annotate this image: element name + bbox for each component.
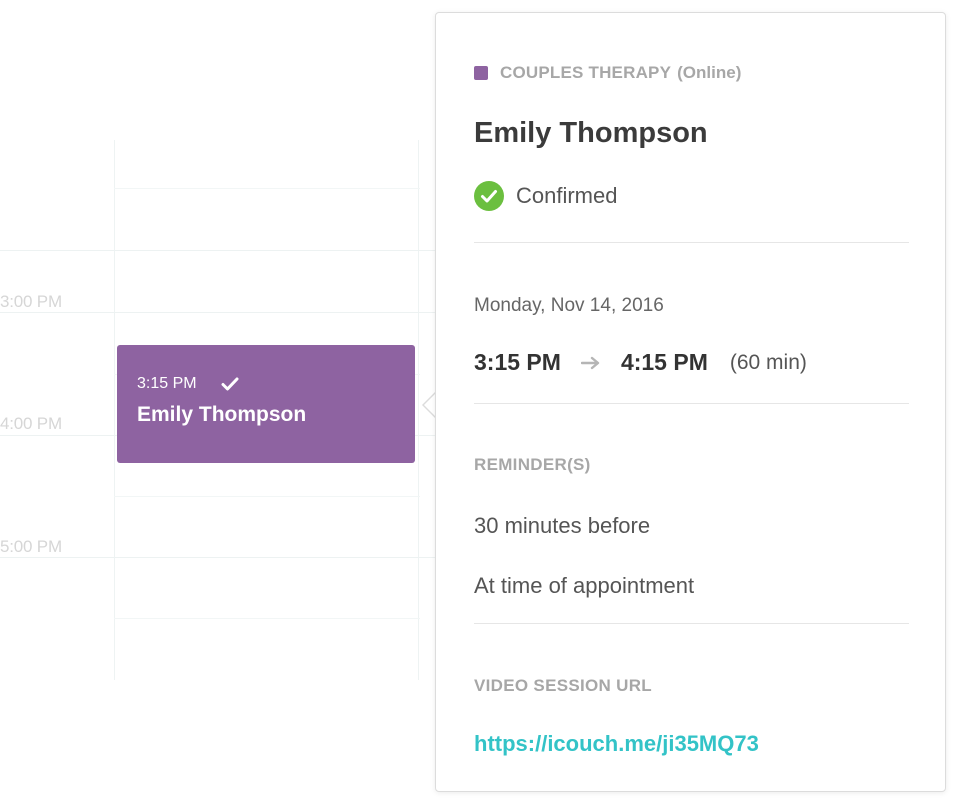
grid-line — [0, 312, 440, 313]
grid-line — [114, 188, 420, 189]
appointment-date: Monday, Nov 14, 2016 — [474, 295, 664, 316]
grid-line — [114, 618, 420, 619]
grid-column-divider — [418, 140, 419, 680]
time-label-5pm: 5:00 PM — [0, 537, 62, 556]
time-label-3pm: 3:00 PM — [0, 292, 62, 311]
status-label: Confirmed — [516, 183, 618, 208]
reminder-item: 30 minutes before — [474, 513, 651, 538]
grid-line — [0, 250, 440, 251]
service-type-row: COUPLES THERAPY (Online) — [474, 63, 741, 83]
duration-label: (60 min) — [729, 350, 807, 374]
reminders-heading: REMINDER(S) — [474, 455, 591, 474]
end-time: 4:15 PM — [620, 349, 708, 375]
event-client-name: Emily Thompson — [137, 403, 307, 426]
arrow-right-icon — [580, 356, 600, 369]
section-divider — [474, 403, 909, 404]
service-color-swatch — [474, 66, 488, 80]
check-icon — [221, 377, 239, 391]
calendar-view: 3:00 PM 4:00 PM 5:00 PM 3:15 PM Emily Th… — [0, 0, 960, 804]
session-mode-label: (Online) — [677, 63, 742, 82]
video-session-heading: VIDEO SESSION URL — [474, 676, 652, 695]
video-session-link[interactable]: https://icouch.me/ji35MQ73 — [474, 731, 759, 757]
time-label-4pm: 4:00 PM — [0, 414, 62, 433]
grid-line — [0, 557, 440, 558]
event-start-time: 3:15 PM — [137, 375, 197, 392]
service-type-label: COUPLES THERAPY — [500, 63, 672, 82]
confirmed-check-icon — [474, 181, 504, 211]
grid-line — [114, 496, 420, 497]
event-time-row: 3:15 PM — [137, 375, 395, 393]
client-name[interactable]: Emily Thompson — [474, 117, 708, 150]
grid-column-divider — [114, 140, 115, 680]
section-divider — [474, 623, 909, 624]
calendar-event-block[interactable]: 3:15 PM Emily Thompson — [117, 345, 415, 463]
start-time: 3:15 PM — [474, 349, 561, 375]
section-divider — [474, 242, 909, 243]
reminder-item: At time of appointment — [474, 573, 695, 598]
appointment-details-popover: COUPLES THERAPY (Online) Emily Thompson … — [435, 12, 946, 792]
appointment-time-row: 3:15 PM 4:15 PM (60 min) — [474, 349, 807, 376]
status-row: Confirmed — [474, 181, 617, 211]
